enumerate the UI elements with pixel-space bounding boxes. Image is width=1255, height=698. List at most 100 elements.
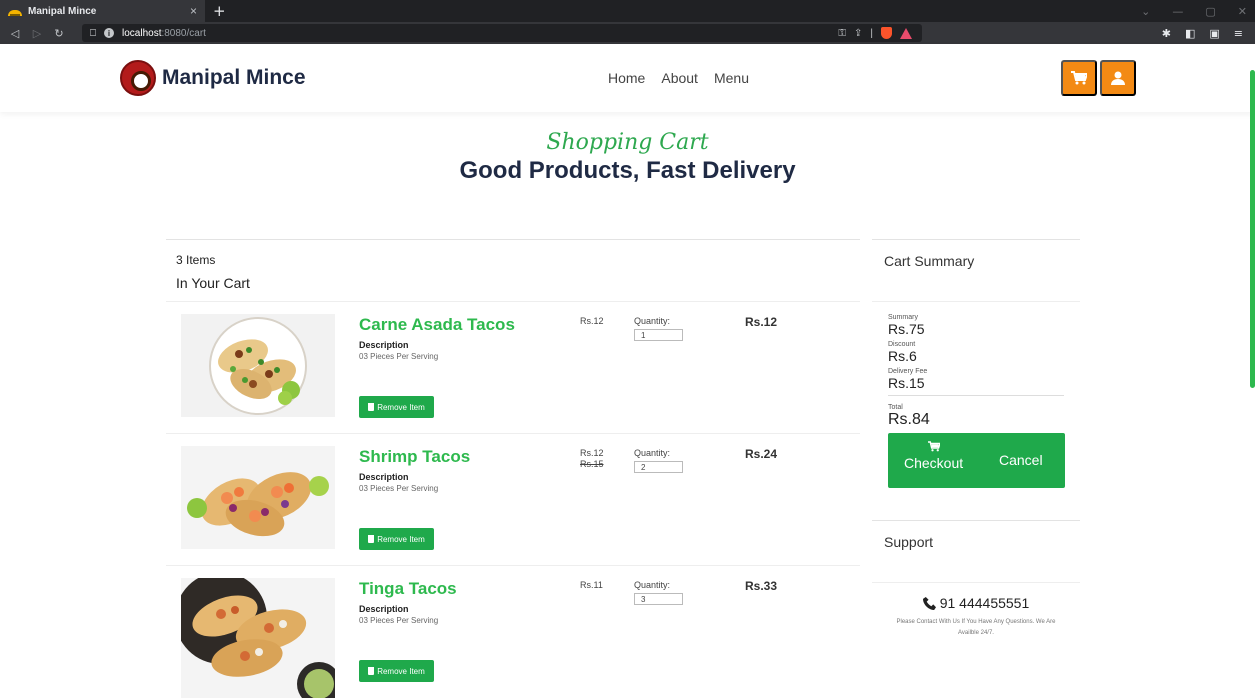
remove-item-label: Remove Item	[377, 534, 425, 544]
nav-about[interactable]: About	[661, 70, 698, 86]
remove-item-button[interactable]: Remove Item	[359, 396, 434, 418]
nav-menu[interactable]: Menu	[714, 70, 749, 86]
window-controls: ⌄ — ▢ ✕	[1141, 0, 1247, 22]
description-label: Description	[359, 604, 409, 614]
hero: Shopping Cart Good Products, Fast Delive…	[0, 130, 1255, 185]
cart-button[interactable]	[1061, 60, 1097, 96]
bookmark-icon[interactable]: ⎕	[90, 28, 96, 39]
browser-extensions: ✱ ◧ ▣ ≡	[1162, 27, 1249, 40]
total-label: Total	[888, 404, 903, 411]
item-name[interactable]: Carne Asada Tacos	[359, 315, 515, 335]
item-count: 3 Items	[176, 253, 216, 267]
divider: |	[870, 27, 873, 39]
minimize-icon[interactable]: —	[1172, 5, 1183, 18]
description-label: Description	[359, 472, 409, 482]
summary-title: Cart Summary	[872, 239, 1080, 302]
nav-home[interactable]: Home	[608, 70, 645, 86]
cart-item: Shrimp Tacos Description 03 Pieces Per S…	[166, 434, 860, 566]
brand-logo-icon	[120, 60, 156, 96]
discount-value: Rs.6	[888, 348, 917, 364]
total-value: Rs.84	[888, 411, 930, 428]
phone-number: 91 444455551	[939, 595, 1030, 611]
support-phone[interactable]: 91 444455551	[872, 595, 1080, 611]
brave-shields-icon[interactable]	[881, 27, 892, 39]
user-button[interactable]	[1100, 60, 1136, 96]
menu-icon[interactable]: ≡	[1234, 27, 1243, 40]
window-close-icon[interactable]: ✕	[1238, 5, 1247, 18]
item-name[interactable]: Tinga Tacos	[359, 579, 457, 599]
food-image	[181, 578, 335, 698]
tab-search-icon[interactable]: ⌄	[1141, 5, 1150, 18]
food-image	[181, 314, 335, 417]
cart-icon	[927, 441, 940, 452]
remove-item-button[interactable]: Remove Item	[359, 660, 434, 682]
summary-label: Summary	[888, 314, 918, 321]
quantity-label: Quantity:	[634, 316, 671, 326]
unit-price: Rs.11	[580, 580, 603, 590]
unit-price: Rs.12	[580, 316, 604, 326]
extensions-icon[interactable]: ✱	[1162, 27, 1171, 40]
back-icon[interactable]: ◁	[6, 27, 24, 40]
in-cart-label: In Your Cart	[176, 275, 250, 291]
cart-section: 3 Items In Your Cart Carne Asada Tacos D…	[166, 239, 860, 698]
tinga-tacos-image	[181, 578, 335, 698]
forward-icon[interactable]: ▷	[28, 27, 46, 40]
old-price: Rs.15	[580, 459, 604, 469]
site-logo[interactable]: Manipal Mince	[120, 60, 306, 96]
trash-icon	[368, 535, 375, 543]
main-nav: Home About Menu	[608, 70, 749, 86]
site-header: Manipal Mince Home About Menu	[0, 44, 1255, 112]
cart-icon	[1071, 71, 1087, 85]
key-icon[interactable]: ⚿	[838, 28, 846, 39]
site-info-icon[interactable]: i	[104, 28, 114, 38]
brave-rewards-icon[interactable]	[900, 27, 912, 39]
cart-header: 3 Items In Your Cart	[166, 239, 860, 302]
description-label: Description	[359, 340, 409, 350]
remove-item-button[interactable]: Remove Item	[359, 528, 434, 550]
line-total: Rs.33	[745, 579, 778, 593]
item-description: 03 Pieces Per Serving	[359, 616, 439, 625]
taco-favicon-icon	[8, 6, 22, 16]
discount-label: Discount	[888, 341, 916, 348]
summary-value: Rs.75	[888, 321, 925, 337]
delivery-fee-label: Delivery Fee	[888, 368, 928, 375]
sidebar-icon[interactable]: ◧	[1185, 27, 1195, 40]
quantity-input[interactable]	[634, 461, 683, 473]
trash-icon	[368, 667, 375, 675]
maximize-icon[interactable]: ▢	[1205, 5, 1215, 18]
tab-close-icon[interactable]: ×	[190, 4, 197, 18]
hero-script-title: Shopping Cart	[546, 130, 709, 155]
checkout-button[interactable]: Checkout	[904, 441, 963, 471]
new-tab-icon[interactable]: +	[213, 0, 226, 22]
shrimp-tacos-image	[181, 446, 335, 549]
address-bar[interactable]: ⎕ i localhost:8080/cart ⚿ ⇪ |	[82, 24, 922, 42]
quantity-input[interactable]	[634, 593, 683, 605]
url-path: :8080/cart	[161, 27, 206, 39]
checkout-panel: Checkout Cancel	[888, 433, 1065, 488]
carne-asada-tacos-image	[181, 314, 335, 417]
item-description: 03 Pieces Per Serving	[359, 484, 439, 493]
wallet-icon[interactable]: ▣	[1209, 27, 1219, 40]
support-title: Support	[872, 520, 1080, 583]
page-scrollbar[interactable]	[1250, 70, 1255, 388]
address-bar-actions: ⚿ ⇪ |	[838, 27, 912, 39]
share-icon[interactable]: ⇪	[854, 28, 862, 39]
quantity-label: Quantity:	[634, 580, 671, 590]
cart-item: Tinga Tacos Description 03 Pieces Per Se…	[166, 566, 860, 698]
phone-icon	[922, 596, 936, 610]
checkout-label: Checkout	[904, 455, 964, 471]
tab-title: Manipal Mince	[28, 5, 97, 17]
reload-icon[interactable]: ↻	[50, 27, 68, 40]
cancel-button[interactable]: Cancel	[999, 452, 1043, 468]
food-image	[181, 446, 335, 549]
divider	[888, 395, 1064, 396]
item-name[interactable]: Shrimp Tacos	[359, 447, 470, 467]
page-title: Good Products, Fast Delivery	[459, 157, 796, 184]
browser-tab[interactable]: Manipal Mince ×	[0, 0, 205, 22]
line-total: Rs.24	[745, 447, 778, 461]
unit-price: Rs.12 Rs.15	[580, 448, 604, 469]
quantity-input[interactable]	[634, 329, 683, 341]
browser-tab-strip: Manipal Mince × + ⌄ — ▢ ✕	[0, 0, 1255, 22]
remove-item-label: Remove Item	[377, 666, 425, 676]
browser-toolbar: ◁ ▷ ↻ ⎕ i localhost:8080/cart ⚿ ⇪ | ✱ ◧ …	[0, 22, 1255, 44]
